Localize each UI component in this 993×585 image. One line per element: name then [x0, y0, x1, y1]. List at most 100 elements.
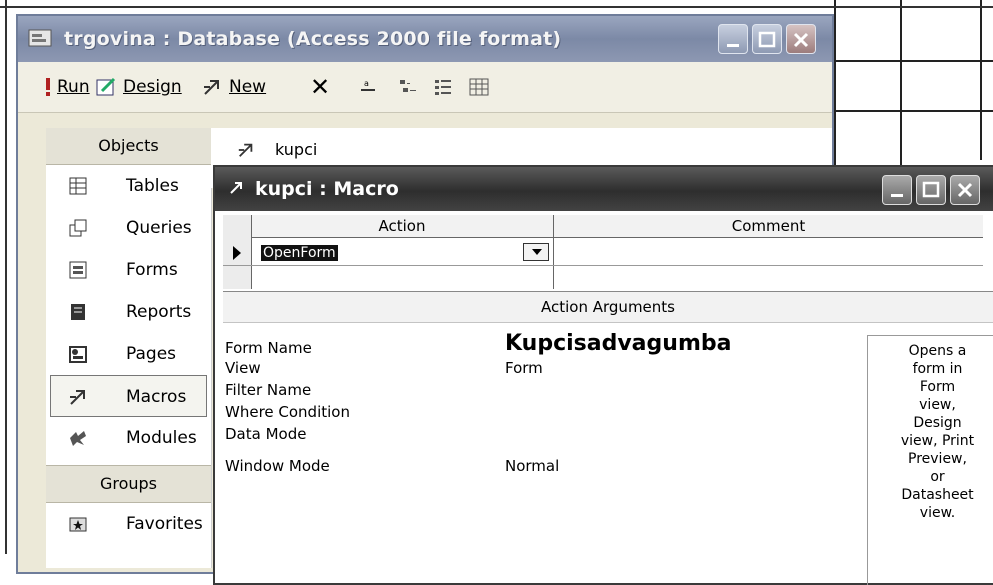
close-icon	[957, 182, 973, 198]
help-description: Opens a form in Form view, Design view, …	[867, 335, 993, 585]
minimize-icon	[891, 194, 903, 197]
arg-value-window-mode[interactable]: Normal	[505, 457, 559, 475]
row-selector-column	[223, 215, 252, 289]
macro-titlebar[interactable]: kupci : Macro	[215, 167, 993, 211]
action-cell[interactable]: OpenForm	[261, 245, 338, 261]
new-button[interactable]: New	[202, 75, 266, 99]
minimize-button[interactable]	[718, 24, 748, 54]
action-dropdown-button[interactable]	[523, 243, 549, 261]
help-line: Form	[919, 379, 956, 395]
objects-item-label: Pages	[126, 344, 177, 364]
arg-label-where-condition: Where Condition	[225, 403, 350, 421]
list-view-icon	[435, 80, 451, 95]
objects-item-label: Reports	[126, 302, 192, 322]
large-icons-button[interactable]: a	[358, 75, 380, 99]
design-icon	[96, 77, 116, 96]
small-icons-icon	[400, 80, 416, 92]
help-line: Design	[913, 415, 962, 431]
run-label: Run	[57, 77, 90, 97]
help-line: view,	[919, 397, 956, 413]
macro-icon	[70, 390, 85, 405]
maximize-icon	[758, 31, 776, 48]
objects-item-label: Modules	[126, 428, 197, 448]
groups-header[interactable]: Groups	[46, 465, 211, 503]
help-line: view, Print	[900, 433, 975, 449]
groups-item-favorites[interactable]: Favorites	[46, 503, 211, 545]
database-title: trgovina : Database (Access 2000 file fo…	[64, 28, 562, 50]
objects-item-reports[interactable]: Reports	[46, 291, 211, 333]
action-arguments-header: Action Arguments	[223, 291, 993, 323]
report-icon	[71, 304, 85, 320]
objects-header[interactable]: Objects	[46, 128, 211, 165]
help-line: form in	[912, 361, 963, 377]
current-row-arrow-icon	[233, 246, 241, 260]
arg-value-view[interactable]: Form	[505, 359, 543, 377]
design-button[interactable]: Design	[96, 75, 182, 99]
page-icon	[69, 346, 87, 363]
background-line	[0, 6, 993, 8]
objects-item-modules[interactable]: Modules	[46, 417, 211, 459]
help-line: view.	[919, 505, 956, 521]
maximize-icon	[922, 181, 940, 198]
help-line: Opens a	[908, 343, 967, 359]
objects-item-forms[interactable]: Forms	[46, 249, 211, 291]
arg-label-data-mode: Data Mode	[225, 425, 307, 443]
svg-text:a: a	[364, 79, 369, 88]
details-view-button[interactable]	[468, 75, 490, 99]
arg-label-form-name: Form Name	[225, 339, 312, 357]
objects-item-label: Queries	[126, 218, 192, 238]
row-divider	[223, 265, 983, 266]
column-separator	[553, 215, 554, 289]
arg-label-filter-name: Filter Name	[225, 381, 312, 399]
details-view-icon	[469, 78, 489, 96]
macro-action-grid: Action Comment OpenForm	[223, 215, 983, 289]
action-column-header[interactable]: Action	[251, 215, 553, 238]
objects-item-tables[interactable]: Tables	[46, 165, 211, 207]
comment-column-header[interactable]: Comment	[554, 215, 983, 238]
macro-maximize-button[interactable]	[916, 175, 946, 205]
macro-list-item[interactable]: kupci	[237, 140, 317, 159]
close-icon	[793, 32, 809, 48]
objects-item-label: Macros	[126, 387, 187, 407]
maximize-button[interactable]	[752, 24, 782, 54]
macro-close-button[interactable]	[950, 175, 980, 205]
objects-item-queries[interactable]: Queries	[46, 207, 211, 249]
objects-item-macros[interactable]: Macros	[50, 375, 207, 417]
database-app-icon	[28, 29, 52, 47]
list-view-button[interactable]	[433, 75, 455, 99]
objects-item-label: Forms	[126, 260, 178, 280]
close-button[interactable]	[786, 24, 816, 54]
form-icon	[69, 261, 87, 279]
table-icon	[69, 177, 87, 195]
objects-item-pages[interactable]: Pages	[46, 333, 211, 375]
run-icon	[46, 78, 50, 96]
macro-title: kupci : Macro	[255, 178, 399, 200]
macro-window-icon	[230, 182, 242, 194]
help-line: Preview,	[908, 451, 967, 467]
design-label: Design	[123, 77, 182, 97]
database-titlebar[interactable]: trgovina : Database (Access 2000 file fo…	[18, 16, 832, 62]
macro-list-item-label: kupci	[275, 140, 318, 159]
help-line: Datasheet	[901, 487, 974, 503]
small-icons-button[interactable]	[398, 75, 420, 99]
objects-item-label: Tables	[126, 176, 179, 196]
favorites-icon	[69, 517, 87, 532]
module-icon	[70, 431, 86, 446]
delete-icon: ✕	[310, 73, 331, 101]
new-label: New	[229, 77, 267, 97]
run-button[interactable]: Run	[44, 75, 90, 99]
macro-icon	[238, 143, 253, 157]
help-line: or	[930, 469, 945, 485]
arg-label-window-mode: Window Mode	[225, 457, 330, 475]
arg-label-view: View	[225, 359, 261, 377]
arg-value-form-name[interactable]: Kupcisadvagumba	[505, 331, 731, 356]
macro-minimize-button[interactable]	[882, 175, 912, 205]
groups-item-label: Favorites	[126, 514, 203, 534]
objects-panel: Objects Tables Queries Forms Reports Pag…	[46, 128, 212, 568]
new-macro-icon	[204, 80, 219, 95]
background-line	[5, 0, 7, 554]
database-toolbar: Run Design New ✕ a	[18, 62, 832, 113]
query-icon	[69, 219, 87, 237]
delete-button[interactable]: ✕	[310, 75, 330, 99]
minimize-icon	[727, 44, 739, 47]
